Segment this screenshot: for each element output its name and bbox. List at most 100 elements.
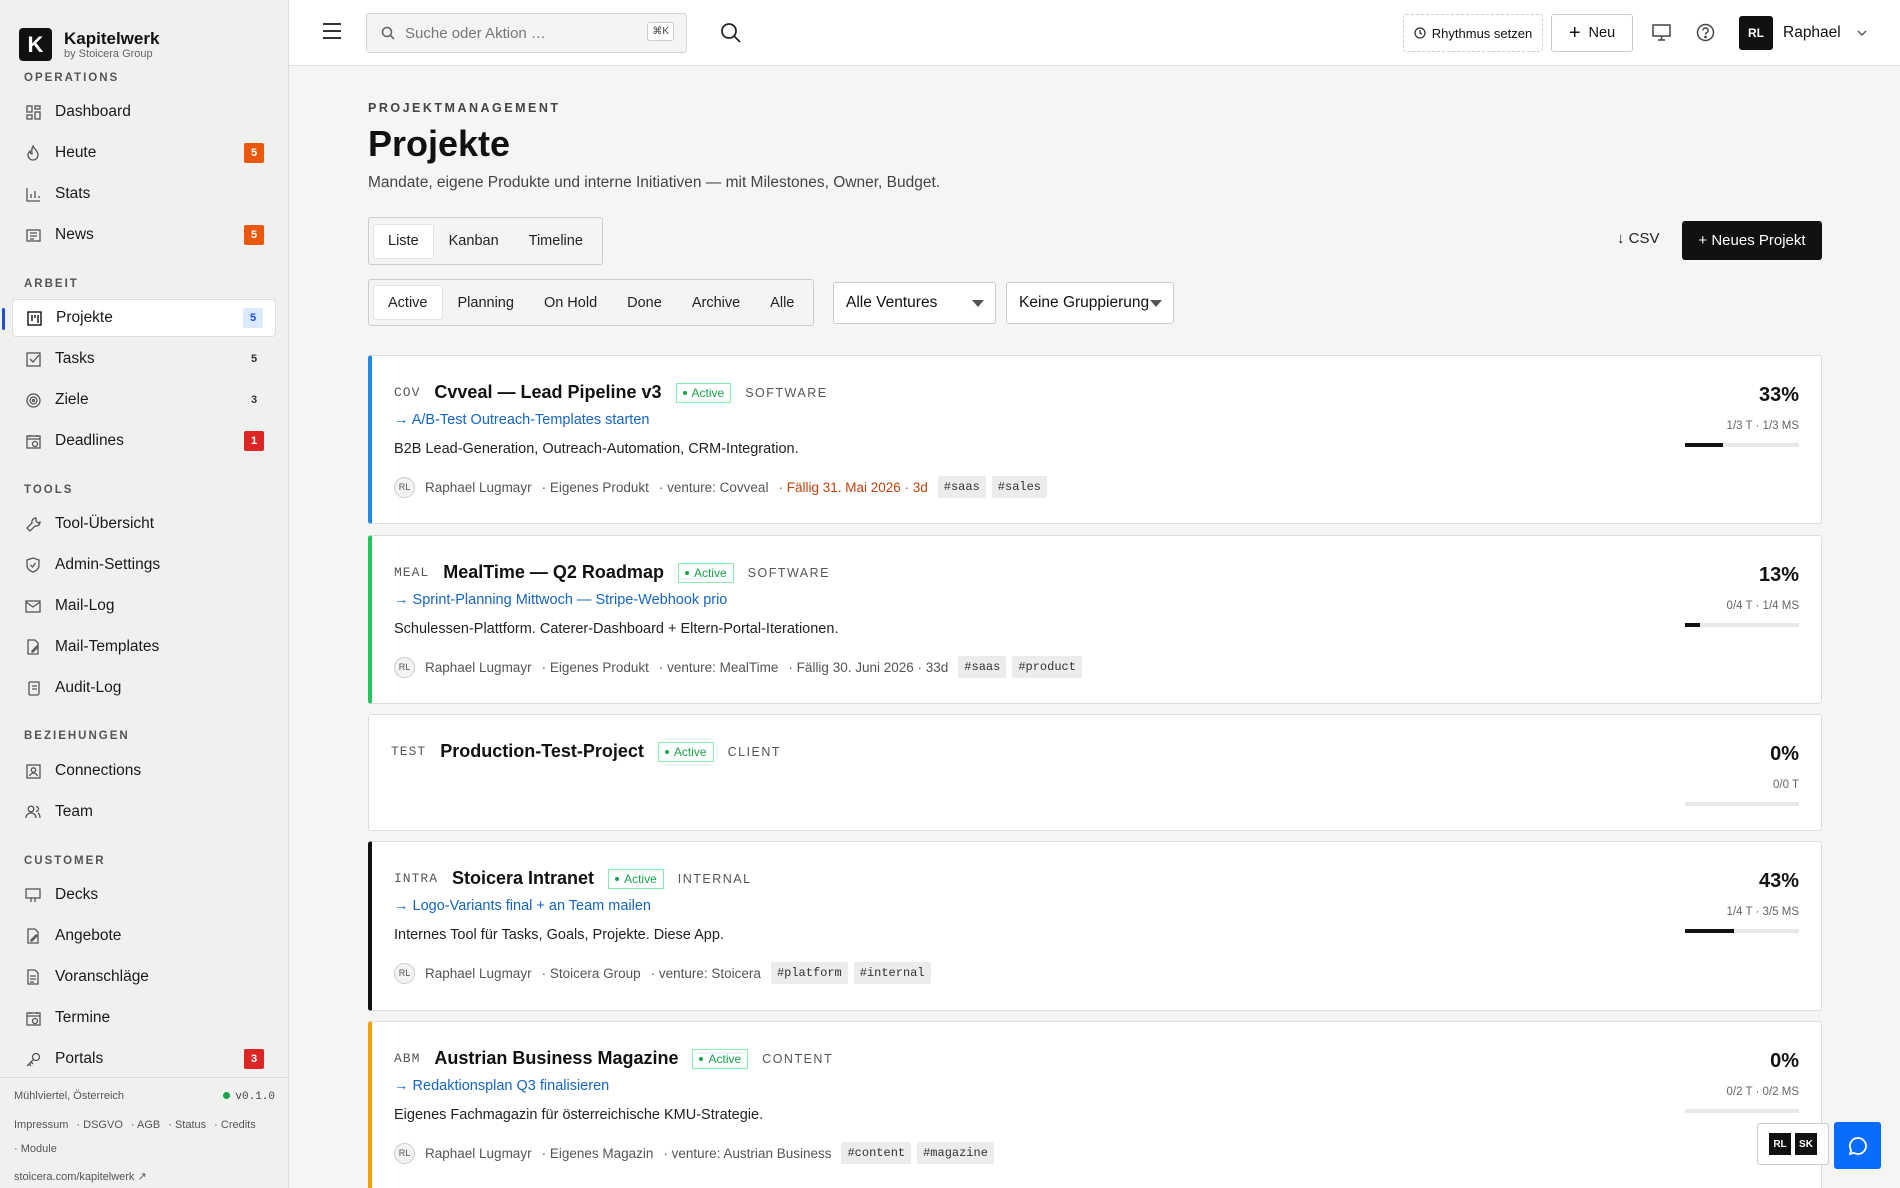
- section-operations: OPERATIONS: [24, 72, 120, 84]
- project-name[interactable]: Stoicera Intranet: [452, 868, 594, 889]
- sidebar-item-admin-settings[interactable]: Admin-Settings: [12, 546, 276, 584]
- footer-link-module[interactable]: Module: [21, 1143, 57, 1155]
- tab-liste[interactable]: Liste: [374, 224, 433, 258]
- sidebar-item-tasks[interactable]: Tasks 5: [12, 340, 276, 378]
- grouping-select[interactable]: Keine Gruppierung: [1006, 282, 1174, 324]
- section-tools: TOOLS: [24, 484, 74, 496]
- help-icon[interactable]: [1696, 23, 1715, 47]
- tag[interactable]: #saas: [937, 476, 986, 498]
- filter-done[interactable]: Done: [613, 286, 676, 319]
- search-input[interactable]: Suche oder Aktion … ⌘K: [366, 13, 687, 53]
- sidebar-item-tool-uebersicht[interactable]: Tool-Übersicht: [12, 505, 276, 543]
- target-icon: [25, 392, 41, 408]
- sidebar-item-connections[interactable]: Connections: [12, 752, 276, 790]
- sidebar-item-deadlines[interactable]: Deadlines 1: [12, 422, 276, 460]
- chat-button[interactable]: [1834, 1122, 1881, 1169]
- menu-icon[interactable]: [322, 22, 342, 45]
- sidebar-item-news[interactable]: News 5: [12, 216, 276, 254]
- presence-avatars[interactable]: RL SK: [1757, 1123, 1829, 1165]
- page-title: Projekte: [368, 123, 511, 164]
- tag[interactable]: #content: [841, 1142, 912, 1164]
- sidebar-item-mail-templates[interactable]: Mail-Templates: [12, 628, 276, 666]
- filter-archive[interactable]: Archive: [678, 286, 754, 319]
- next-step-link[interactable]: → A/B-Test Outreach-Templates starten: [394, 412, 649, 428]
- project-name[interactable]: Production-Test-Project: [440, 741, 644, 762]
- brand[interactable]: K Kapitelwerk by Stoicera Group: [0, 0, 288, 70]
- sidebar-item-projekte[interactable]: Projekte 5: [2, 299, 276, 337]
- owner-name: Raphael Lugmayr: [425, 965, 532, 981]
- project-card-meal[interactable]: MEAL MealTime — Q2 Roadmap Active SOFTWA…: [368, 535, 1822, 704]
- project-name[interactable]: MealTime — Q2 Roadmap: [443, 562, 664, 583]
- filter-alle[interactable]: Alle: [756, 286, 808, 319]
- project-venture: · venture: Stoicera: [650, 965, 761, 981]
- sidebar-item-voranschlaege[interactable]: Voranschläge: [12, 958, 276, 996]
- footer-link-dsgvo[interactable]: DSGVO: [83, 1119, 123, 1131]
- sidebar-item-mail-log[interactable]: Mail-Log: [12, 587, 276, 625]
- csv-export-button[interactable]: ↓ CSV: [1617, 230, 1660, 247]
- user-menu[interactable]: RL Raphael: [1739, 16, 1867, 50]
- search-icon[interactable]: [720, 22, 741, 48]
- new-project-button[interactable]: + Neues Projekt: [1682, 221, 1822, 260]
- sidebar-item-angebote[interactable]: Angebote: [12, 917, 276, 955]
- progress-fill: [1685, 929, 1735, 933]
- sidebar-item-ziele[interactable]: Ziele 3: [12, 381, 276, 419]
- tag[interactable]: #internal: [853, 962, 931, 984]
- tag[interactable]: #platform: [770, 962, 848, 984]
- project-name[interactable]: Cvveal — Lead Pipeline v3: [434, 382, 661, 403]
- sidebar-item-label: Admin-Settings: [55, 556, 161, 573]
- next-step-link[interactable]: → Sprint-Planning Mittwoch — Stripe-Webh…: [394, 592, 727, 608]
- tab-timeline[interactable]: Timeline: [515, 225, 597, 258]
- tag[interactable]: #magazine: [917, 1142, 994, 1164]
- project-name[interactable]: Austrian Business Magazine: [434, 1048, 678, 1069]
- project-venture: · venture: Austrian Business: [663, 1145, 832, 1161]
- project-description: Eigenes Fachmagazin für österreichische …: [394, 1107, 764, 1123]
- sidebar-item-stats[interactable]: Stats: [12, 175, 276, 213]
- sidebar-item-heute[interactable]: Heute 5: [12, 134, 276, 172]
- tag[interactable]: #saas: [958, 656, 1007, 678]
- caret-down-icon: [1150, 300, 1162, 307]
- sidebar-item-label: Voranschläge: [55, 968, 149, 985]
- progress-percent: 0%: [1770, 743, 1799, 765]
- footer-link-agb[interactable]: AGB: [137, 1119, 160, 1131]
- progress-percent: 0%: [1770, 1050, 1799, 1072]
- section-beziehungen: BEZIEHUNGEN: [24, 730, 130, 742]
- tag[interactable]: #product: [1012, 656, 1082, 678]
- tab-kanban[interactable]: Kanban: [435, 225, 513, 258]
- project-venture: · venture: MealTime: [658, 659, 779, 675]
- next-step-link[interactable]: → Redaktionsplan Q3 finalisieren: [394, 1078, 609, 1094]
- flame-icon: [25, 145, 41, 161]
- sidebar-item-label: Termine: [55, 1009, 111, 1026]
- new-button[interactable]: + Neu: [1551, 14, 1633, 52]
- venture-select[interactable]: Alle Ventures: [833, 282, 996, 324]
- filter-active[interactable]: Active: [374, 286, 442, 319]
- sidebar-item-label: Ziele: [55, 391, 89, 408]
- project-card-abm[interactable]: ABM Austrian Business Magazine Active CO…: [368, 1021, 1822, 1188]
- owner-avatar: RL: [394, 656, 415, 678]
- filter-on-hold[interactable]: On Hold: [530, 286, 611, 319]
- filter-planning[interactable]: Planning: [444, 286, 528, 319]
- project-card-cov[interactable]: COV Cvveal — Lead Pipeline v3 Active SOF…: [368, 355, 1822, 524]
- sidebar-item-team[interactable]: Team: [12, 793, 276, 831]
- sidebar-item-audit-log[interactable]: Audit-Log: [12, 669, 276, 707]
- next-step-link[interactable]: → Logo-Variants final + an Team mailen: [394, 898, 651, 914]
- project-code: ABM: [394, 1051, 421, 1066]
- count-badge: 3: [250, 394, 258, 406]
- footer-link-credits[interactable]: Credits: [221, 1119, 256, 1131]
- project-card-intra[interactable]: INTRA Stoicera Intranet Active INTERNAL …: [368, 841, 1822, 1011]
- project-card-test[interactable]: TEST Production-Test-Project Active CLIE…: [368, 714, 1822, 831]
- rhythm-button[interactable]: Rhythmus setzen: [1403, 14, 1543, 52]
- section-arbeit: ARBEIT: [24, 278, 79, 290]
- brand-logo: K: [19, 28, 52, 61]
- sidebar-item-portals[interactable]: Portals 3: [12, 1040, 276, 1078]
- sidebar-item-termine[interactable]: Termine: [12, 999, 276, 1037]
- sidebar-item-decks[interactable]: Decks: [12, 876, 276, 914]
- new-label: Neu: [1588, 25, 1616, 41]
- monitor-icon[interactable]: [1652, 24, 1671, 46]
- footer-link-status[interactable]: Status: [175, 1119, 206, 1131]
- footer-url-link[interactable]: stoicera.com/kapitelwerk ↗: [14, 1170, 275, 1183]
- progress-percent: 13%: [1758, 564, 1799, 586]
- sidebar-item-dashboard[interactable]: Dashboard: [12, 93, 276, 131]
- tag[interactable]: #sales: [991, 476, 1048, 498]
- grid-icon: [25, 104, 41, 120]
- footer-link-impressum[interactable]: Impressum: [14, 1119, 68, 1131]
